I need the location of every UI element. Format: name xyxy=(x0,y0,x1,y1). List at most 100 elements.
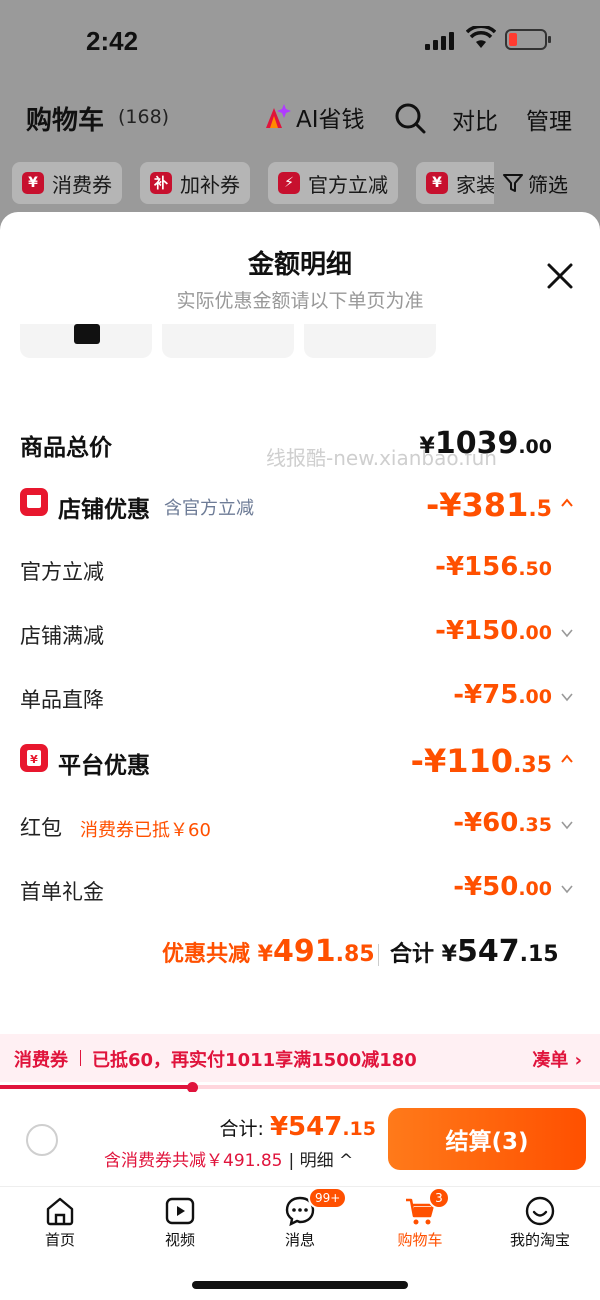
row-amount: -¥381.5 xyxy=(425,486,552,524)
row-label: 官方立减 xyxy=(20,560,104,584)
tab-video[interactable]: 视频 xyxy=(120,1187,240,1251)
row-amount: -¥60.35 xyxy=(453,808,552,838)
ai-sparkle-icon xyxy=(266,104,291,128)
chip-official-discount[interactable]: ⚡ 官方立减 xyxy=(268,162,398,204)
funnel-icon xyxy=(503,174,523,192)
chevron-up-icon[interactable] xyxy=(560,496,574,510)
chip-label: 家装 xyxy=(456,172,496,197)
chip-label: 官方立减 xyxy=(308,172,388,197)
cart-nav-bar: 购物车 (168) AI省钱 对比 管理 xyxy=(0,92,600,148)
checkout-bar: 合计: ¥547.15 含消费券共减￥491.85 | 明细 ^ 结算(3) xyxy=(0,1092,600,1186)
platform-coupon-icon: ¥ xyxy=(20,744,48,772)
wifi-icon xyxy=(466,26,496,48)
row-label: 商品总价 xyxy=(20,435,112,461)
row-direct-price-drop[interactable]: 单品直降 -¥75.00 xyxy=(0,678,600,718)
banner-divider xyxy=(80,1050,81,1066)
chip-subsidy-coupon[interactable]: 补 加补券 xyxy=(140,162,250,204)
ai-save-button[interactable]: AI省钱 xyxy=(262,100,365,134)
tab-label: 购物车 xyxy=(397,1231,443,1249)
tab-label: 我的淘宝 xyxy=(509,1231,570,1249)
row-note: 消费券已抵￥60 xyxy=(80,820,211,841)
chevron-down-icon[interactable] xyxy=(560,626,574,640)
row-official-discount: 官方立减 -¥156.50 xyxy=(0,550,600,590)
sheet-subtitle: 实际优惠金额请以下单页为准 xyxy=(176,290,424,312)
checkout-discount-note[interactable]: 含消费券共减￥491.85 | 明细 ^ xyxy=(104,1146,353,1171)
tab-label: 视频 xyxy=(164,1231,195,1249)
messages-badge: 99+ xyxy=(308,1187,348,1209)
banner-text: 已抵60，再实付1011享满1500减180 xyxy=(92,1050,417,1071)
bottom-tab-bar: 首页 视频 99+ 消息 3 购物车 我的淘宝 xyxy=(0,1186,600,1300)
coupon-progress-bar xyxy=(0,1082,600,1093)
tab-messages[interactable]: 99+ 消息 xyxy=(240,1187,360,1251)
summary-total: 合计 ¥547.15 xyxy=(390,934,559,969)
search-icon[interactable] xyxy=(394,102,426,134)
profile-icon xyxy=(525,1196,555,1226)
row-amount: -¥75.00 xyxy=(453,680,552,710)
banner-tag: 消费券 xyxy=(14,1050,68,1071)
chevron-down-icon[interactable] xyxy=(560,690,574,704)
product-thumb[interactable] xyxy=(304,324,436,358)
row-shop-discount[interactable]: 店铺优惠 含官方立减 -¥381.5 xyxy=(0,484,600,524)
chevron-down-icon[interactable] xyxy=(560,882,574,896)
close-icon[interactable] xyxy=(544,260,576,292)
row-amount: -¥110.35 xyxy=(410,742,552,780)
status-time: 2:42 xyxy=(86,26,139,56)
home-icon xyxy=(46,1197,74,1226)
row-label: 平台优惠 xyxy=(58,753,150,779)
background-cart-page: 2:42 购物车 (168) AI省钱 对比 管理 ¥ 消费券 补 加补券 ⚡ … xyxy=(0,0,600,232)
row-label: 店铺优惠 xyxy=(58,497,150,523)
product-thumb[interactable] xyxy=(20,324,152,358)
row-platform-discount[interactable]: ¥ 平台优惠 -¥110.35 xyxy=(0,740,600,780)
chip-consumer-coupon[interactable]: ¥ 消费券 xyxy=(12,162,122,204)
home-indicator xyxy=(192,1281,408,1289)
sheet-title: 金额明细 xyxy=(247,250,352,280)
filter-chip-row: ¥ 消费券 补 加补券 ⚡ 官方立减 ¥ 家装 筛选 xyxy=(0,162,600,206)
coupon-icon: ¥ xyxy=(426,172,448,194)
lightning-icon: ⚡ xyxy=(278,172,300,194)
battery-icon xyxy=(505,29,551,50)
detail-toggle[interactable]: | 明细 ^ xyxy=(288,1151,353,1171)
row-label: 首单礼金 xyxy=(20,880,104,904)
row-red-packet[interactable]: 红包 消费券已抵￥60 -¥60.35 xyxy=(0,806,600,846)
row-first-order-gift[interactable]: 首单礼金 -¥50.00 xyxy=(0,870,600,910)
tab-cart[interactable]: 3 购物车 xyxy=(360,1187,480,1251)
row-label: 店铺满减 xyxy=(20,624,104,648)
chevron-down-icon[interactable] xyxy=(560,818,574,832)
row-amount: ¥1039.00 xyxy=(419,426,552,461)
manage-button[interactable]: 管理 xyxy=(526,102,572,136)
filter-label: 筛选 xyxy=(528,172,568,197)
row-goods-total: 商品总价 ¥1039.00 xyxy=(0,424,600,464)
chip-label: 消费券 xyxy=(52,172,112,197)
tab-my-taobao[interactable]: 我的淘宝 xyxy=(480,1187,600,1251)
row-amount: -¥50.00 xyxy=(453,872,552,902)
status-bar: 2:42 xyxy=(0,0,600,80)
filter-button[interactable]: 筛选 xyxy=(494,162,600,204)
add-items-link[interactable]: 凑单 › xyxy=(532,1046,582,1072)
svg-text:¥: ¥ xyxy=(30,753,38,766)
shop-icon xyxy=(20,488,48,516)
summary-discount: 优惠共减 ¥491.85 xyxy=(162,934,375,969)
row-shop-full-reduction[interactable]: 店铺满减 -¥150.00 xyxy=(0,614,600,654)
chip-home-decor[interactable]: ¥ 家装 xyxy=(416,162,506,204)
cart-badge: 3 xyxy=(428,1187,450,1209)
row-amount: -¥156.50 xyxy=(435,552,552,582)
video-icon xyxy=(165,1197,195,1225)
subsidy-icon: 补 xyxy=(150,172,172,194)
summary-divider xyxy=(378,944,379,966)
chevron-up-icon[interactable] xyxy=(560,752,574,766)
checkout-button[interactable]: 结算(3) xyxy=(388,1108,586,1170)
tab-label: 消息 xyxy=(284,1231,315,1249)
tab-label: 首页 xyxy=(44,1231,75,1249)
chip-label: 加补券 xyxy=(180,172,240,197)
compare-button[interactable]: 对比 xyxy=(452,102,498,136)
checkout-total: 合计: ¥547.15 xyxy=(219,1112,377,1142)
coupon-icon: ¥ xyxy=(22,172,44,194)
cellular-signal-icon xyxy=(425,30,457,50)
product-thumbnails xyxy=(20,324,440,360)
product-thumb[interactable] xyxy=(162,324,294,358)
discount-summary: 优惠共减 ¥491.85 合计 ¥547.15 xyxy=(0,934,600,978)
select-all-checkbox[interactable] xyxy=(26,1124,58,1156)
coupon-banner[interactable]: 消费券 已抵60，再实付1011享满1500减180 凑单 › xyxy=(0,1034,600,1082)
tab-home[interactable]: 首页 xyxy=(0,1187,120,1251)
row-note: 含官方立减 xyxy=(164,498,254,519)
